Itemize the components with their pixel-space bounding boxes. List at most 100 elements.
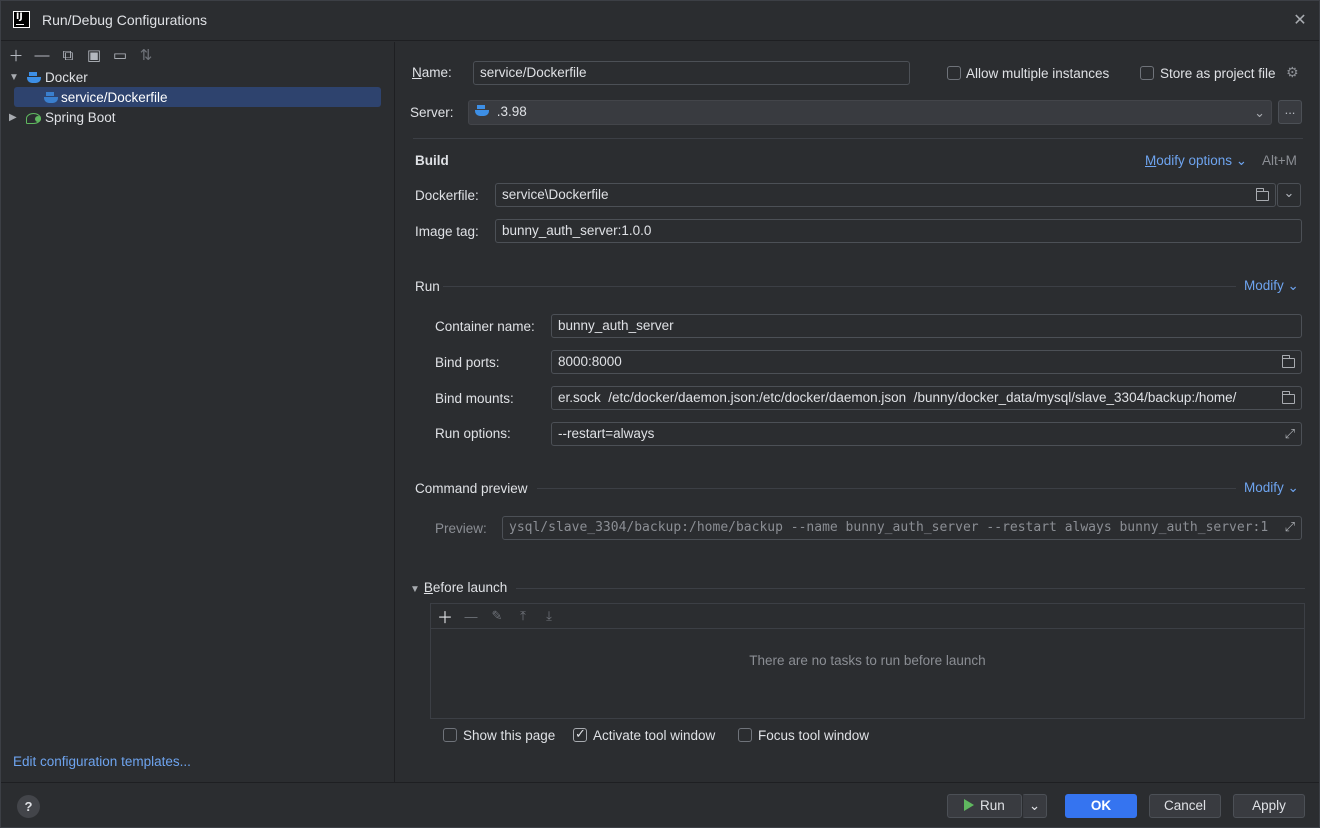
build-section-title: Build xyxy=(415,153,449,168)
server-select[interactable]: .3.98 ⌄ xyxy=(468,100,1272,125)
chevron-down-icon[interactable]: ▼ xyxy=(9,72,19,83)
server-label: Server: xyxy=(410,105,454,120)
divider xyxy=(443,286,1236,287)
run-label: Run xyxy=(980,798,1005,813)
tree-item-spring-boot[interactable]: ▶ Spring Boot xyxy=(1,107,394,127)
title-bar: IJ Run/Debug Configurations ✕ xyxy=(1,1,1319,41)
dockerfile-value: service\Dockerfile xyxy=(502,187,609,202)
store-project-checkbox[interactable] xyxy=(1140,66,1154,80)
focus-tool-label: Focus tool window xyxy=(758,728,870,743)
container-name-label: Container name: xyxy=(435,319,535,334)
show-page-label: Show this page xyxy=(463,728,556,743)
folder-icon[interactable] xyxy=(1282,355,1295,371)
bind-ports-value: 8000:8000 xyxy=(558,354,622,369)
preview-field: ysql/slave_3304/backup:/home/backup --na… xyxy=(502,516,1302,540)
spring-boot-icon xyxy=(26,111,42,124)
run-options-value: --restart=always xyxy=(558,426,655,441)
run-button[interactable]: Run xyxy=(947,794,1022,818)
edit-templates-link[interactable]: Edit configuration templates... xyxy=(13,754,191,769)
help-button[interactable]: ? xyxy=(17,795,40,818)
image-tag-input[interactable]: bunny_auth_server:1.0.0 xyxy=(495,219,1302,243)
name-input[interactable]: service/Dockerfile xyxy=(473,61,910,85)
dockerfile-label: Dockerfile: xyxy=(415,188,479,203)
shortcut-label: Alt+M xyxy=(1262,153,1297,168)
folder-icon[interactable] xyxy=(1256,188,1269,204)
close-icon[interactable]: ✕ xyxy=(1291,12,1309,30)
remove-task-icon[interactable]: — xyxy=(461,609,481,624)
before-launch-toolbar: ＋ — ✎ ⤒ ⤓ xyxy=(431,604,1304,629)
run-options-input[interactable]: --restart=always ⤢ xyxy=(551,422,1302,446)
run-play-icon xyxy=(964,799,974,811)
move-up-icon[interactable]: ⤒ xyxy=(513,608,533,624)
run-modify-label: Modify xyxy=(1244,278,1284,293)
folder-icon[interactable] xyxy=(1282,391,1295,407)
tree-item-docker[interactable]: ▼ Docker xyxy=(1,67,394,87)
run-options-label: Run options: xyxy=(435,426,511,441)
focus-tool-checkbox[interactable] xyxy=(738,728,752,742)
docker-icon xyxy=(27,71,41,83)
tree-item-service-dockerfile[interactable]: service/Dockerfile xyxy=(14,87,381,107)
preview-value: ysql/slave_3304/backup:/home/backup --na… xyxy=(509,520,1269,535)
edit-task-icon[interactable]: ✎ xyxy=(487,608,507,624)
server-more-button[interactable]: ... xyxy=(1278,100,1302,124)
preview-modify-link[interactable]: Modify ⌄ xyxy=(1244,480,1299,496)
activate-tool-label: Activate tool window xyxy=(593,728,716,743)
sort-icon[interactable]: ⇅ xyxy=(135,44,157,66)
bind-mounts-label: Bind mounts: xyxy=(435,391,514,406)
modify-options-link[interactable]: Modify options ⌄ xyxy=(1145,153,1247,169)
configurations-tree: ▼ Docker service/Dockerfile ▶ Spring Boo… xyxy=(1,67,394,127)
container-name-input[interactable]: bunny_auth_server xyxy=(551,314,1302,338)
command-preview-title: Command preview xyxy=(415,481,528,496)
gear-icon[interactable]: ⚙ xyxy=(1286,64,1299,81)
run-dropdown-button[interactable]: ⌄ xyxy=(1022,794,1047,818)
docker-icon xyxy=(44,91,58,103)
run-modify-link[interactable]: Modify ⌄ xyxy=(1244,278,1299,294)
chevron-down-icon: ▼ xyxy=(410,584,420,595)
intellij-logo-icon: IJ xyxy=(13,11,30,28)
sidebar-toolbar: ＋ — ⧉ ▣ ▭ ⇅ xyxy=(5,44,157,66)
preview-modify-label: Modify xyxy=(1244,480,1284,495)
move-down-icon[interactable]: ⤓ xyxy=(539,608,559,624)
expand-icon[interactable]: ⤢ xyxy=(1284,520,1295,535)
divider xyxy=(537,488,1236,489)
before-launch-panel: ＋ — ✎ ⤒ ⤓ There are no tasks to run befo… xyxy=(430,603,1305,719)
chevron-right-icon[interactable]: ▶ xyxy=(9,112,17,123)
ok-button[interactable]: OK xyxy=(1065,794,1137,818)
activate-tool-checkbox[interactable] xyxy=(573,726,587,742)
bind-mounts-value: er.sock /etc/docker/daemon.json:/etc/doc… xyxy=(558,390,1237,405)
server-value: .3.98 xyxy=(496,104,527,119)
docker-icon xyxy=(475,105,489,116)
dockerfile-dropdown-button[interactable]: ⌄ xyxy=(1277,183,1301,207)
dialog-title: Run/Debug Configurations xyxy=(42,12,207,28)
divider xyxy=(413,138,1303,139)
save-icon[interactable]: ▣ xyxy=(83,44,105,66)
configurations-sidebar: ＋ — ⧉ ▣ ▭ ⇅ ▼ Docker service/Dockerfile … xyxy=(1,42,395,782)
before-launch-toggle[interactable]: ▼ Before launch xyxy=(410,580,507,595)
dockerfile-input[interactable]: service\Dockerfile xyxy=(495,183,1276,207)
run-debug-dialog: IJ Run/Debug Configurations ✕ ＋ — ⧉ ▣ ▭ … xyxy=(0,0,1320,828)
tree-item-label: Spring Boot xyxy=(45,109,116,125)
expand-icon[interactable]: ⤢ xyxy=(1285,426,1295,442)
add-task-icon[interactable]: ＋ xyxy=(435,604,455,628)
store-project-label: Store as project file xyxy=(1160,66,1276,81)
add-icon[interactable]: ＋ xyxy=(5,44,27,66)
show-page-checkbox[interactable] xyxy=(443,728,457,742)
image-tag-label: Image tag: xyxy=(415,224,479,239)
copy-icon[interactable]: ⧉ xyxy=(57,44,79,66)
apply-button[interactable]: Apply xyxy=(1233,794,1305,818)
preview-label: Preview: xyxy=(435,521,487,536)
tree-item-label: service/Dockerfile xyxy=(61,89,168,105)
allow-multiple-label: Allow multiple instances xyxy=(966,66,1110,81)
chevron-down-icon: ⌄ xyxy=(1254,105,1265,120)
bind-ports-input[interactable]: 8000:8000 xyxy=(551,350,1302,374)
bind-mounts-input[interactable]: er.sock /etc/docker/daemon.json:/etc/doc… xyxy=(551,386,1302,410)
run-section-title: Run xyxy=(415,279,440,294)
new-folder-icon[interactable]: ▭ xyxy=(109,44,131,66)
remove-icon[interactable]: — xyxy=(31,44,53,66)
cancel-button[interactable]: Cancel xyxy=(1149,794,1221,818)
name-label: Name: xyxy=(412,65,452,80)
allow-multiple-checkbox[interactable] xyxy=(947,66,961,80)
dialog-footer: ? Run ⌄ OK Cancel Apply xyxy=(1,782,1319,828)
no-tasks-message: There are no tasks to run before launch xyxy=(749,653,986,668)
tree-item-label: Docker xyxy=(45,69,88,85)
